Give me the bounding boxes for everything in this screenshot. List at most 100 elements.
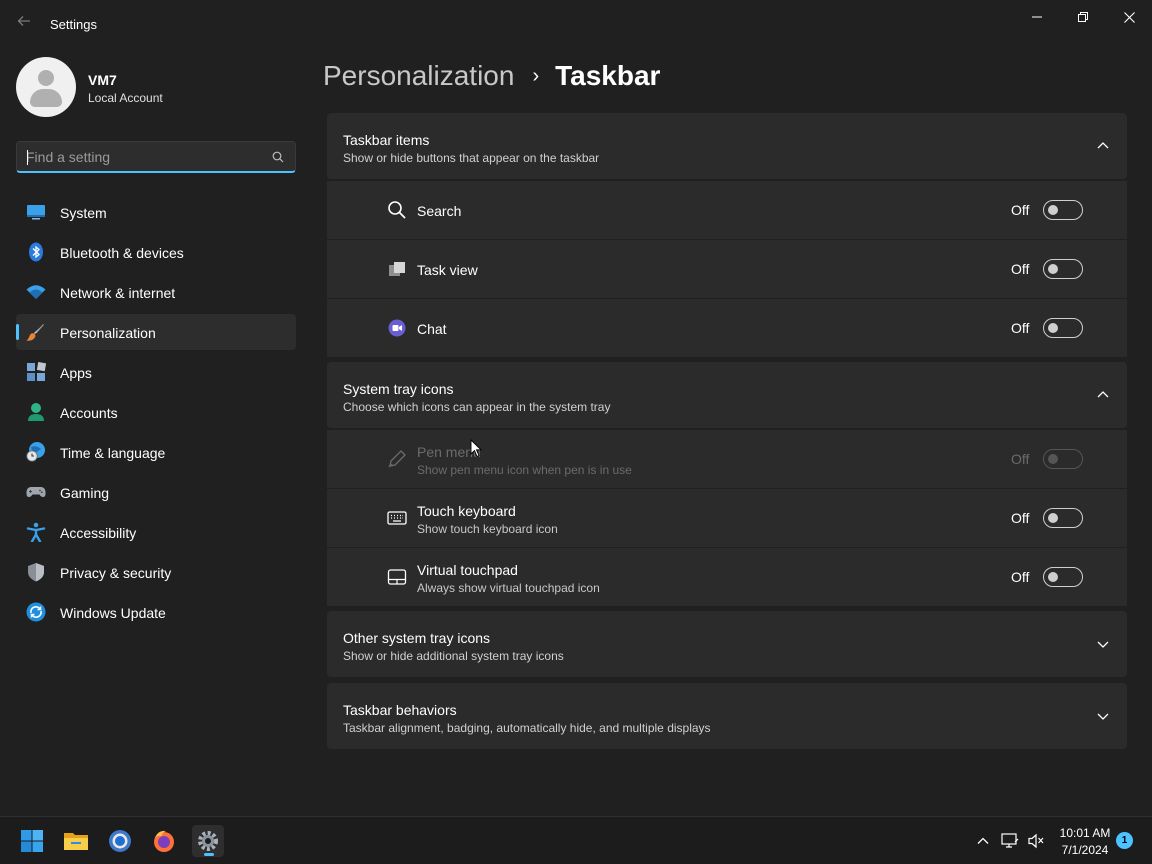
time-language-icon — [26, 442, 45, 462]
setting-title: Touch keyboard — [417, 503, 516, 519]
chevron-up-icon[interactable] — [1097, 389, 1109, 401]
sidebar-item-label: Windows Update — [60, 605, 166, 621]
taskbar-items-header[interactable]: Taskbar items Show or hide buttons that … — [327, 113, 1127, 179]
chrome-icon — [109, 830, 131, 852]
system-tray-icons-header[interactable]: System tray icons Choose which icons can… — [327, 362, 1127, 428]
task-view-icon — [389, 262, 405, 276]
title-bar: Settings — [0, 0, 1152, 48]
sidebar-item-label: Accounts — [60, 405, 118, 421]
chrome-button[interactable] — [104, 825, 136, 857]
sidebar-item-gaming[interactable]: Gaming — [16, 474, 296, 510]
sidebar-item-label: Network & internet — [60, 285, 176, 301]
close-button[interactable] — [1106, 6, 1152, 28]
setting-description: Show touch keyboard icon — [417, 522, 558, 536]
clock-date[interactable]: 7/1/2024 — [1058, 843, 1112, 857]
account-type: Local Account — [88, 91, 163, 105]
volume-tray-button[interactable] — [1026, 831, 1046, 851]
sidebar-item-apps[interactable]: Apps — [16, 354, 296, 390]
taskbar: 10:01 AM 7/1/2024 1 — [0, 816, 1152, 864]
toggle-state-label: Off — [1011, 569, 1030, 585]
firefox-icon — [154, 830, 174, 852]
setting-row-virtual-touchpad: Virtual touchpad Always show virtual tou… — [327, 548, 1127, 606]
chevron-up-icon — [977, 837, 989, 844]
accessibility-icon — [26, 522, 46, 542]
sidebar-item-label: System — [60, 205, 107, 221]
toggle-state-label: Off — [1011, 510, 1030, 526]
settings-taskbar-button[interactable] — [192, 825, 224, 857]
sidebar-item-accessibility[interactable]: Accessibility — [16, 514, 296, 550]
chevron-down-icon[interactable] — [1097, 638, 1109, 650]
setting-title: Search — [417, 203, 462, 219]
setting-row-pen-menu: Pen menu Show pen menu icon when pen is … — [327, 430, 1127, 488]
system-icon — [27, 205, 45, 220]
active-app-indicator — [204, 853, 214, 856]
notification-badge[interactable]: 1 — [1116, 832, 1133, 849]
section-title: System tray icons — [343, 381, 454, 397]
network-tray-button[interactable] — [1000, 831, 1020, 851]
settings-icon — [198, 831, 218, 851]
sidebar-item-label: Apps — [60, 365, 92, 381]
sidebar-nav: System Bluetooth & devices Network & int… — [16, 194, 296, 634]
breadcrumb: Personalization › Taskbar — [323, 58, 660, 94]
other-system-tray-icons-header[interactable]: Other system tray icons Show or hide add… — [327, 611, 1127, 677]
section-title: Taskbar behaviors — [343, 702, 457, 718]
keyboard-icon — [387, 511, 407, 525]
back-button[interactable] — [14, 14, 34, 34]
file-explorer-button[interactable] — [60, 825, 92, 857]
user-profile[interactable]: VM7 Local Account — [16, 57, 296, 117]
sidebar-item-label: Bluetooth & devices — [60, 245, 184, 261]
restore-button[interactable] — [1060, 6, 1106, 28]
search-toggle[interactable] — [1043, 200, 1083, 220]
chevron-up-icon[interactable] — [1097, 140, 1109, 152]
task-view-toggle[interactable] — [1043, 259, 1083, 279]
setting-row-touch-keyboard: Touch keyboard Show touch keyboard icon … — [327, 489, 1127, 547]
sidebar-item-network[interactable]: Network & internet — [16, 274, 296, 310]
sidebar-item-accounts[interactable]: Accounts — [16, 394, 296, 430]
virtual-touchpad-toggle[interactable] — [1043, 567, 1083, 587]
brush-icon — [26, 323, 45, 341]
search-icon — [388, 201, 406, 219]
file-explorer-icon — [64, 833, 88, 850]
setting-description: Always show virtual touchpad icon — [417, 581, 600, 595]
breadcrumb-parent[interactable]: Personalization — [323, 60, 514, 92]
avatar — [16, 57, 76, 117]
section-description: Taskbar alignment, badging, automaticall… — [343, 721, 711, 735]
update-icon — [26, 602, 46, 622]
back-arrow-icon — [17, 16, 30, 26]
minimize-button[interactable] — [1014, 6, 1060, 28]
section-description: Choose which icons can appear in the sys… — [343, 400, 611, 414]
sidebar-item-time[interactable]: Time & language — [16, 434, 296, 470]
search-icon[interactable] — [272, 151, 284, 163]
wifi-icon — [26, 285, 46, 299]
clock-time[interactable]: 10:01 AM — [1058, 826, 1112, 840]
touch-keyboard-toggle[interactable] — [1043, 508, 1083, 528]
toggle-state-label: Off — [1011, 261, 1030, 277]
close-icon — [1123, 11, 1135, 23]
sidebar-item-privacy[interactable]: Privacy & security — [16, 554, 296, 590]
section-description: Show or hide buttons that appear on the … — [343, 151, 600, 165]
sidebar-item-label: Time & language — [60, 445, 166, 461]
taskbar-behaviors-header[interactable]: Taskbar behaviors Taskbar alignment, bad… — [327, 683, 1127, 749]
toggle-state-label: Off — [1011, 202, 1030, 218]
pen-menu-toggle — [1043, 449, 1083, 469]
search-input[interactable] — [26, 148, 256, 166]
sidebar-item-system[interactable]: System — [16, 194, 296, 230]
network-monitor-icon — [1001, 833, 1019, 848]
setting-title: Task view — [417, 262, 478, 278]
show-hidden-icons-button[interactable] — [973, 831, 993, 851]
setting-title: Chat — [417, 321, 447, 337]
search-box[interactable] — [16, 141, 296, 173]
shield-icon — [28, 563, 44, 582]
chevron-down-icon[interactable] — [1097, 710, 1109, 722]
section-description: Show or hide additional system tray icon… — [343, 649, 564, 663]
setting-row-search: Search Off — [327, 181, 1127, 239]
sidebar-item-windows-update[interactable]: Windows Update — [16, 594, 296, 630]
sidebar-item-personalization[interactable]: Personalization — [16, 314, 296, 350]
bluetooth-icon — [29, 242, 43, 262]
text-caret — [27, 150, 28, 165]
setting-description: Show pen menu icon when pen is in use — [417, 463, 632, 477]
sidebar-item-bluetooth[interactable]: Bluetooth & devices — [16, 234, 296, 270]
firefox-button[interactable] — [148, 825, 180, 857]
chat-toggle[interactable] — [1043, 318, 1083, 338]
start-button[interactable] — [16, 825, 48, 857]
